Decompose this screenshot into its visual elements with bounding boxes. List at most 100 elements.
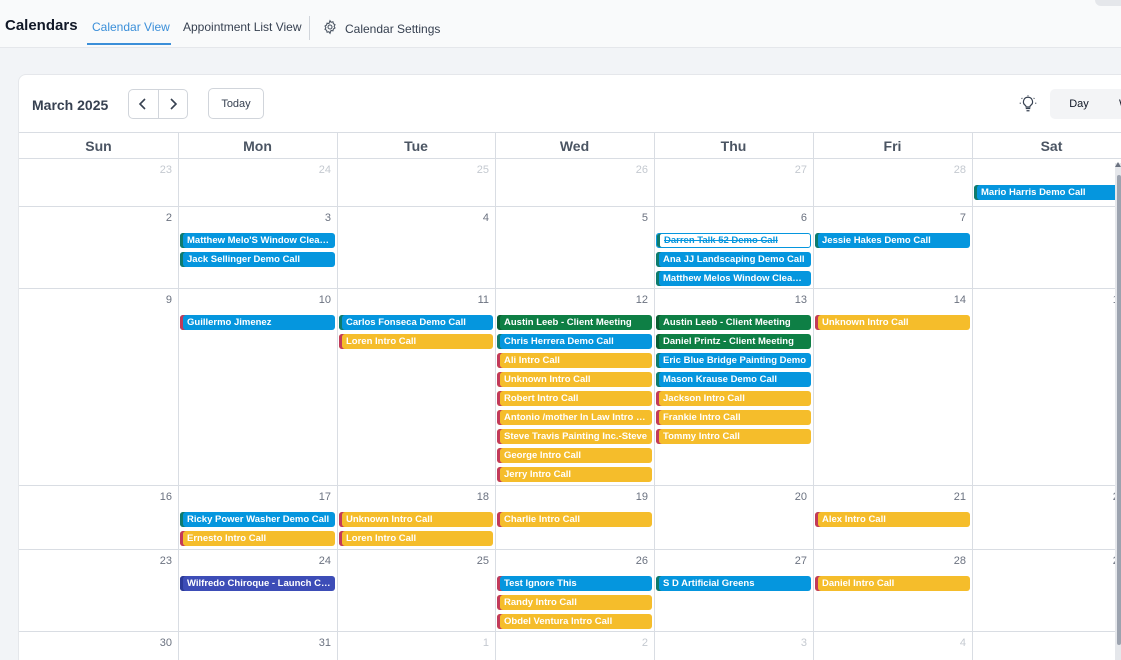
day-number[interactable]: 23	[142, 555, 172, 567]
day-number[interactable]: 11	[459, 294, 489, 306]
day-number[interactable]: 9	[142, 294, 172, 306]
calendar-event[interactable]: Chris Herrera Demo Call	[497, 334, 652, 349]
calendar-event[interactable]: Daniel Printz - Client Meeting	[656, 334, 811, 349]
day-number[interactable]: 16	[142, 491, 172, 503]
day-number[interactable]: 3	[301, 212, 331, 224]
day-number[interactable]: 25	[459, 555, 489, 567]
next-month-button[interactable]	[157, 90, 188, 118]
calendar-event[interactable]: Alex Intro Call	[815, 512, 970, 527]
today-button[interactable]: Today	[208, 88, 264, 119]
calendar-event[interactable]: Frankie Intro Call	[656, 410, 811, 425]
calendar-event[interactable]: Ali Intro Call	[497, 353, 652, 368]
calendar-event[interactable]: Loren Intro Call	[339, 334, 493, 349]
calendar-event[interactable]: George Intro Call	[497, 448, 652, 463]
day-number[interactable]: 31	[301, 637, 331, 649]
day-number[interactable]: 17	[301, 491, 331, 503]
scroll-up-arrow-icon[interactable]	[1115, 162, 1121, 167]
day-number[interactable]: 24	[301, 555, 331, 567]
calendar-event[interactable]: Ricky Power Washer Demo Call	[180, 512, 335, 527]
calendar-event[interactable]: Austin Leeb - Client Meeting	[497, 315, 652, 330]
day-number[interactable]: 4	[936, 637, 966, 649]
calendar-event[interactable]: Mason Krause Demo Call	[656, 372, 811, 387]
day-number[interactable]: 27	[777, 164, 807, 176]
calendar-event[interactable]: Steve Travis Painting Inc.-Steve	[497, 429, 652, 444]
calendar-event[interactable]: Jessie Hakes Demo Call	[815, 233, 970, 248]
calendar-event[interactable]: Unknown Intro Call	[815, 315, 970, 330]
calendar-event[interactable]: Eric Blue Bridge Painting Demo	[656, 353, 811, 368]
calendar-event[interactable]: Darren Talk 52 Demo Call	[656, 233, 811, 248]
day-number[interactable]: 28	[936, 555, 966, 567]
calendar-event[interactable]: Charlie Intro Call	[497, 512, 652, 527]
prev-month-button[interactable]	[129, 90, 158, 118]
day-number[interactable]: 24	[301, 164, 331, 176]
scrollbar-thumb[interactable]	[1117, 175, 1121, 645]
day-number[interactable]: 28	[936, 164, 966, 176]
calendar-event[interactable]: Ernesto Intro Call	[180, 531, 335, 546]
view-day-button[interactable]: Day	[1059, 89, 1099, 119]
day-number[interactable]: 1	[459, 637, 489, 649]
calendar-event[interactable]: Jerry Intro Call	[497, 467, 652, 482]
day-number[interactable]: 27	[777, 555, 807, 567]
day-number[interactable]: 10	[301, 294, 331, 306]
day-number[interactable]: 2	[142, 212, 172, 224]
calendar-event[interactable]: Jack Sellinger Demo Call	[180, 252, 335, 267]
day-number[interactable]: 23	[142, 164, 172, 176]
day-header-fri: Fri	[883, 138, 902, 154]
calendar-event[interactable]: Ana JJ Landscaping Demo Call	[656, 252, 811, 267]
month-nav-group	[128, 89, 188, 119]
day-number[interactable]: 20	[777, 491, 807, 503]
active-tab-indicator	[87, 43, 171, 45]
gear-icon	[322, 19, 338, 38]
calendar-event[interactable]: Unknown Intro Call	[339, 512, 493, 527]
calendar-event[interactable]: Matthew Melo'S Window Cleaning Demo Call	[180, 233, 335, 248]
day-number[interactable]: 2	[618, 637, 648, 649]
day-number[interactable]: 30	[142, 637, 172, 649]
calendar-event[interactable]: Wilfredo Chiroque - Launch Call	[180, 576, 335, 591]
day-number[interactable]: 13	[777, 294, 807, 306]
calendar-event[interactable]: Guillermo Jimenez	[180, 315, 335, 330]
tab-calendar-settings[interactable]: Calendar Settings	[322, 19, 440, 38]
day-number[interactable]: 14	[936, 294, 966, 306]
calendar-event[interactable]: Tommy Intro Call	[656, 429, 811, 444]
column-divider	[178, 132, 179, 660]
calendar-event[interactable]: Robert Intro Call	[497, 391, 652, 406]
calendar-event[interactable]: Mario Harris Demo Call	[974, 185, 1121, 200]
day-header-mon: Mon	[243, 138, 272, 154]
day-number[interactable]: 25	[459, 164, 489, 176]
calendar-event[interactable]: Matthew Melos Window Cleaning	[656, 271, 811, 286]
day-number[interactable]: 26	[618, 164, 648, 176]
day-number[interactable]: 3	[777, 637, 807, 649]
day-header-wed: Wed	[559, 138, 590, 154]
calendar-event[interactable]: S D Artificial Greens	[656, 576, 811, 591]
day-number[interactable]: 18	[459, 491, 489, 503]
calendar-settings-label: Calendar Settings	[345, 21, 441, 36]
calendar-event[interactable]: Carlos Fonseca Demo Call	[339, 315, 493, 330]
day-number[interactable]: 26	[618, 555, 648, 567]
day-number[interactable]: 12	[618, 294, 648, 306]
day-number[interactable]: 6	[777, 212, 807, 224]
column-divider	[813, 132, 814, 660]
calendar-event[interactable]: Austin Leeb - Client Meeting	[656, 315, 811, 330]
day-of-week-header: Sun Mon Tue Wed Thu Fri Sat	[19, 132, 1121, 159]
day-header-thu: Thu	[720, 138, 747, 154]
calendar-event[interactable]: Loren Intro Call	[339, 531, 493, 546]
tab-calendar-view[interactable]: Calendar View	[92, 20, 170, 34]
top-right-control[interactable]	[1095, 0, 1121, 6]
day-number[interactable]: 21	[936, 491, 966, 503]
calendar-event[interactable]: Antonio /mother In Law Intro Call	[497, 410, 652, 425]
calendar-event[interactable]: Test Ignore This	[497, 576, 652, 591]
day-number[interactable]: 19	[618, 491, 648, 503]
column-divider	[495, 132, 496, 660]
calendar-event[interactable]: Obdel Ventura Intro Call	[497, 614, 652, 629]
calendar-event[interactable]: Jackson Intro Call	[656, 391, 811, 406]
day-number[interactable]: 5	[618, 212, 648, 224]
lightbulb-icon[interactable]	[1019, 95, 1037, 118]
calendar-event[interactable]: Randy Intro Call	[497, 595, 652, 610]
calendar-event[interactable]: Unknown Intro Call	[497, 372, 652, 387]
tab-appointment-list-view[interactable]: Appointment List View	[183, 20, 302, 34]
top-nav-bar: Calendars Calendar View Appointment List…	[0, 0, 1121, 48]
calendar-event[interactable]: Daniel Intro Call	[815, 576, 970, 591]
day-number[interactable]: 7	[936, 212, 966, 224]
chevron-right-icon	[170, 98, 177, 110]
day-number[interactable]: 4	[459, 212, 489, 224]
